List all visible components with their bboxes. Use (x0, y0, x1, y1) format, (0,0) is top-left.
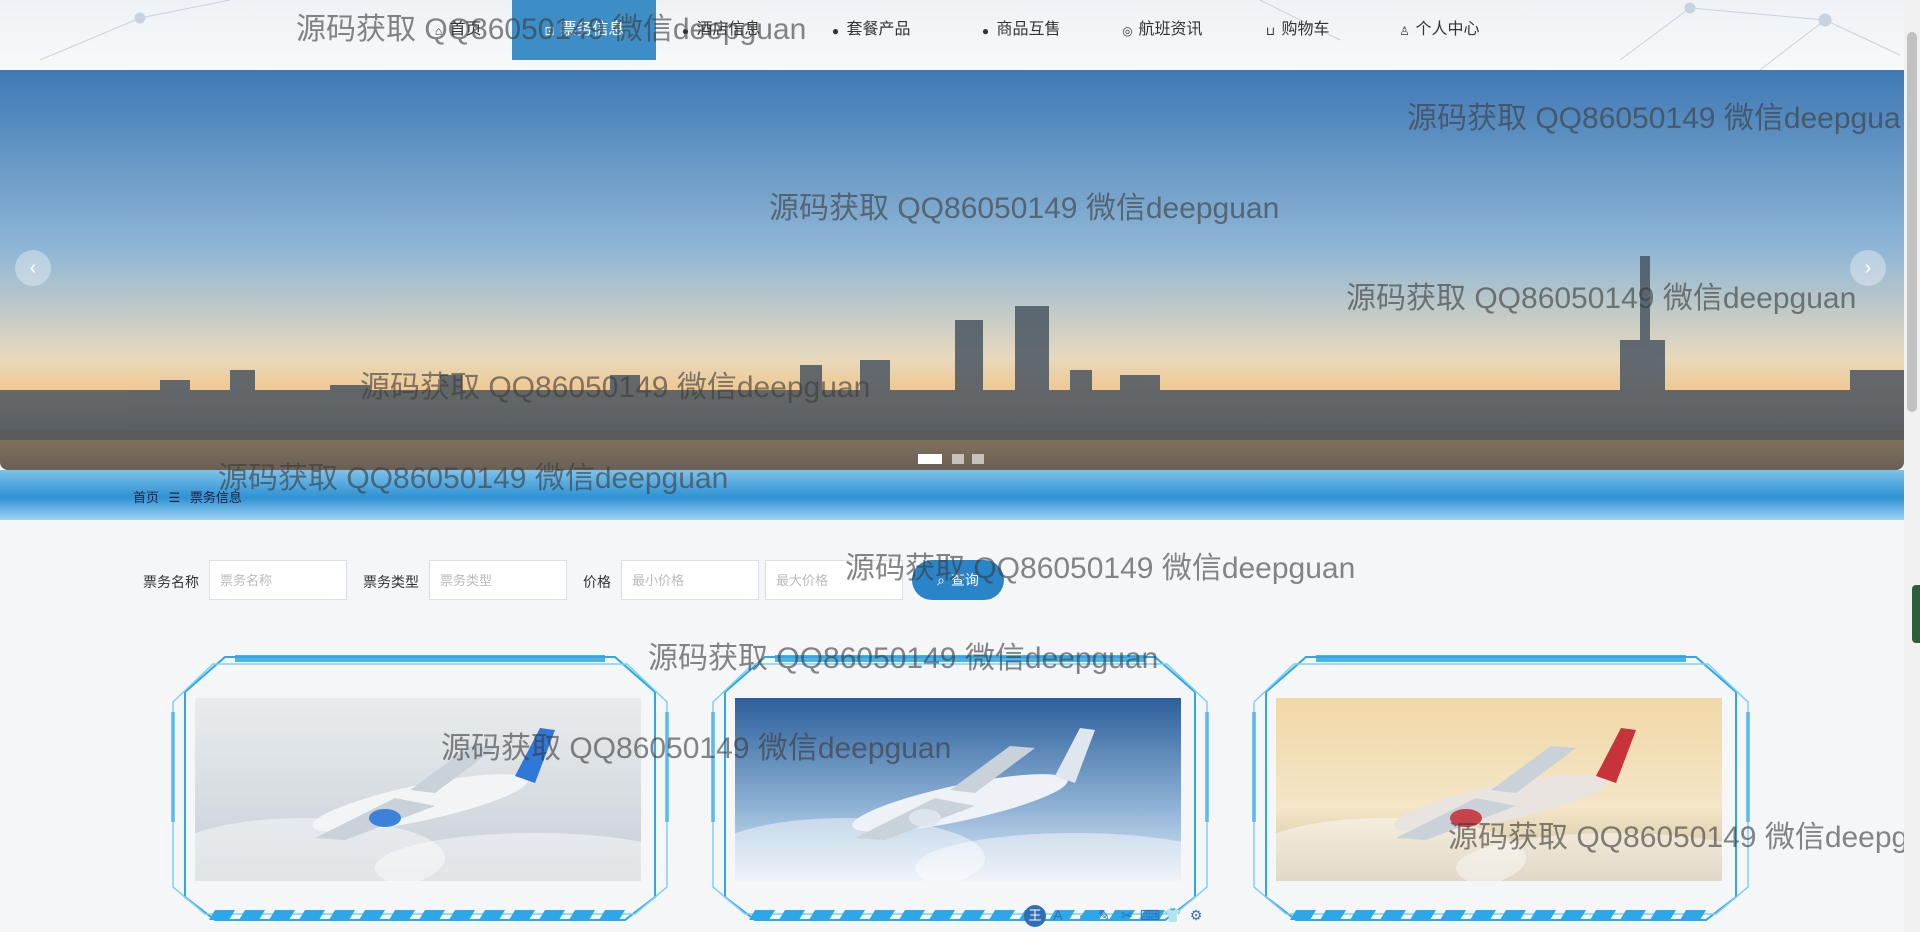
nav-item[interactable]: ● 酒店信息 (670, 0, 770, 60)
ime-button-icon[interactable]: ⚙ (1185, 904, 1207, 926)
info-circle-icon: ● (681, 24, 690, 38)
ticket-card[interactable] (1246, 652, 1756, 922)
network-background (39, 0, 1901, 70)
ticket-type-label: 票务类型 (363, 574, 419, 590)
ticket-name-input[interactable] (209, 560, 347, 600)
airplane-sunset-photo[interactable] (1276, 698, 1722, 881)
carousel-dot[interactable] (918, 454, 942, 464)
ime-button-icon[interactable]: ✎ (1093, 904, 1115, 926)
nav-item[interactable]: ● 套餐产品 (811, 0, 929, 60)
price-label: 价格 (583, 574, 611, 590)
nav-item[interactable]: ⊔ 购物车 (1248, 0, 1346, 60)
cart-icon: ⊔ (1265, 24, 1276, 38)
ticket-name-label: 票务名称 (143, 574, 199, 590)
info-circle-icon: ● (981, 24, 990, 38)
breadcrumb-banner (0, 470, 1904, 520)
nav-item[interactable]: ♙ 个人中心 (1379, 0, 1499, 60)
airplane-blue-sky-photo[interactable] (735, 698, 1181, 881)
nav-item-label: 商品互售 (996, 21, 1061, 38)
city-skyline-image (0, 70, 1904, 470)
question-circle-icon: ● (831, 24, 840, 38)
home-icon: ⌂ (434, 24, 443, 38)
carousel-dot[interactable] (952, 454, 964, 464)
user-icon: ♙ (1399, 24, 1410, 38)
ime-button-icon[interactable]: ✂ (1116, 904, 1138, 926)
ime-button-icon[interactable]: 👕 (1162, 904, 1184, 926)
nav-item[interactable]: ⌂ 首页 (421, 0, 493, 60)
search-button[interactable]: ⌕ 查询 (912, 560, 1004, 600)
nav-item-label: 首页 (449, 21, 482, 38)
ticket-card[interactable] (705, 652, 1215, 922)
breadcrumb-home[interactable]: 首页 (133, 490, 159, 505)
scrollbar-thumb[interactable] (1907, 32, 1917, 412)
nav-item[interactable]: ● 商品互售 (961, 0, 1079, 60)
ticket-icon: ⊡ (544, 24, 555, 38)
breadcrumb-current: 票务信息 (189, 490, 242, 505)
nav-item-label: 票务信息 (560, 21, 625, 38)
breadcrumb-separator-icon: ☰ (168, 490, 181, 505)
ime-logo-icon[interactable]: 王 (1024, 905, 1046, 927)
target-icon: ◎ (1122, 24, 1133, 38)
nav-item-label: 酒店信息 (696, 21, 761, 38)
breadcrumb: 首页 ☰ 票务信息 (133, 487, 248, 506)
scrollbar[interactable] (1904, 0, 1920, 932)
min-price-input[interactable] (621, 560, 759, 600)
nav-item-label: 套餐产品 (846, 21, 911, 38)
carousel-next-button[interactable]: › (1850, 250, 1886, 286)
nav-item[interactable]: ◎ 航班资讯 (1103, 0, 1221, 60)
carousel-prev-button[interactable]: ‹ (15, 250, 51, 286)
nav-item[interactable]: ⊡ 票务信息 (512, 0, 656, 60)
ime-button-icon[interactable]: · (1070, 904, 1092, 926)
airplane-clouds-photo[interactable] (195, 698, 641, 881)
ime-button-icon[interactable]: ⌨ (1139, 904, 1161, 926)
search-icon: ⌕ (937, 572, 945, 588)
carousel-dot[interactable] (972, 454, 984, 464)
banner-carousel[interactable]: ‹ › (0, 70, 1904, 470)
ime-toolbar: 王 A · ✎ ✂ ⌨ 👕 ⚙ (1024, 904, 1208, 930)
ticket-card[interactable] (165, 652, 675, 922)
side-tab[interactable] (1912, 585, 1920, 643)
nav-item-label: 购物车 (1281, 21, 1330, 38)
ticket-type-input[interactable] (429, 560, 567, 600)
max-price-input[interactable] (765, 560, 903, 600)
top-navigation: ⌂ 首页 ⊡ 票务信息 ● 酒店信息 ● 套餐产品 ● 商品互售 ◎ 航班资讯 ⊔ 购物车 ♙ 个人中心 (0, 0, 1920, 70)
nav-item-label: 航班资讯 (1138, 21, 1203, 38)
ime-button-icon[interactable]: A (1047, 904, 1069, 926)
search-button-label: 查询 (950, 572, 979, 588)
nav-item-label: 个人中心 (1415, 21, 1480, 38)
